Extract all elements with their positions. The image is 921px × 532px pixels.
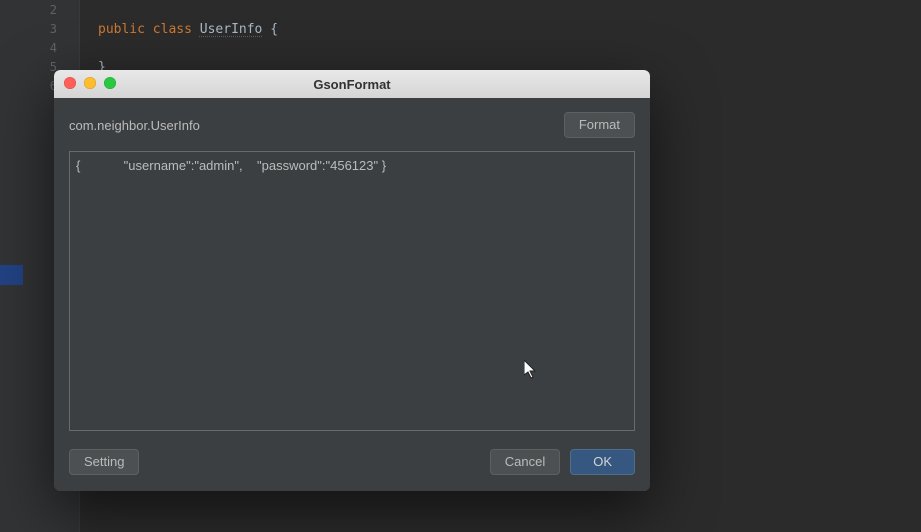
dialog-footer-row: Setting Cancel OK	[69, 449, 635, 475]
gutter-line: 2	[0, 1, 79, 20]
code-line	[84, 39, 921, 58]
maximize-icon[interactable]	[104, 77, 116, 89]
close-icon[interactable]	[64, 77, 76, 89]
dialog-header-row: com.neighbor.UserInfo Format	[69, 112, 635, 138]
json-input[interactable]	[69, 151, 635, 431]
class-name: UserInfo	[200, 22, 263, 37]
open-brace: {	[262, 22, 278, 37]
window-controls	[64, 77, 116, 89]
code-line: public class UserInfo {	[84, 20, 921, 39]
minimize-icon[interactable]	[84, 77, 96, 89]
footer-right-group: Cancel OK	[490, 449, 635, 475]
cancel-button[interactable]: Cancel	[490, 449, 560, 475]
dialog-title: GsonFormat	[313, 77, 390, 92]
class-path-label: com.neighbor.UserInfo	[69, 118, 200, 133]
gutter-line: 3	[0, 20, 79, 39]
keyword-class: class	[153, 22, 192, 37]
keyword-public: public	[98, 22, 145, 37]
gutter-caret-highlight	[0, 265, 23, 285]
ok-button[interactable]: OK	[570, 449, 635, 475]
gsonformat-dialog: GsonFormat com.neighbor.UserInfo Format …	[54, 70, 650, 491]
dialog-body: com.neighbor.UserInfo Format Setting Can…	[54, 98, 650, 491]
gutter-line: 4	[0, 39, 79, 58]
dialog-titlebar[interactable]: GsonFormat	[54, 70, 650, 98]
code-line	[84, 1, 921, 20]
setting-button[interactable]: Setting	[69, 449, 139, 475]
format-button[interactable]: Format	[564, 112, 635, 138]
